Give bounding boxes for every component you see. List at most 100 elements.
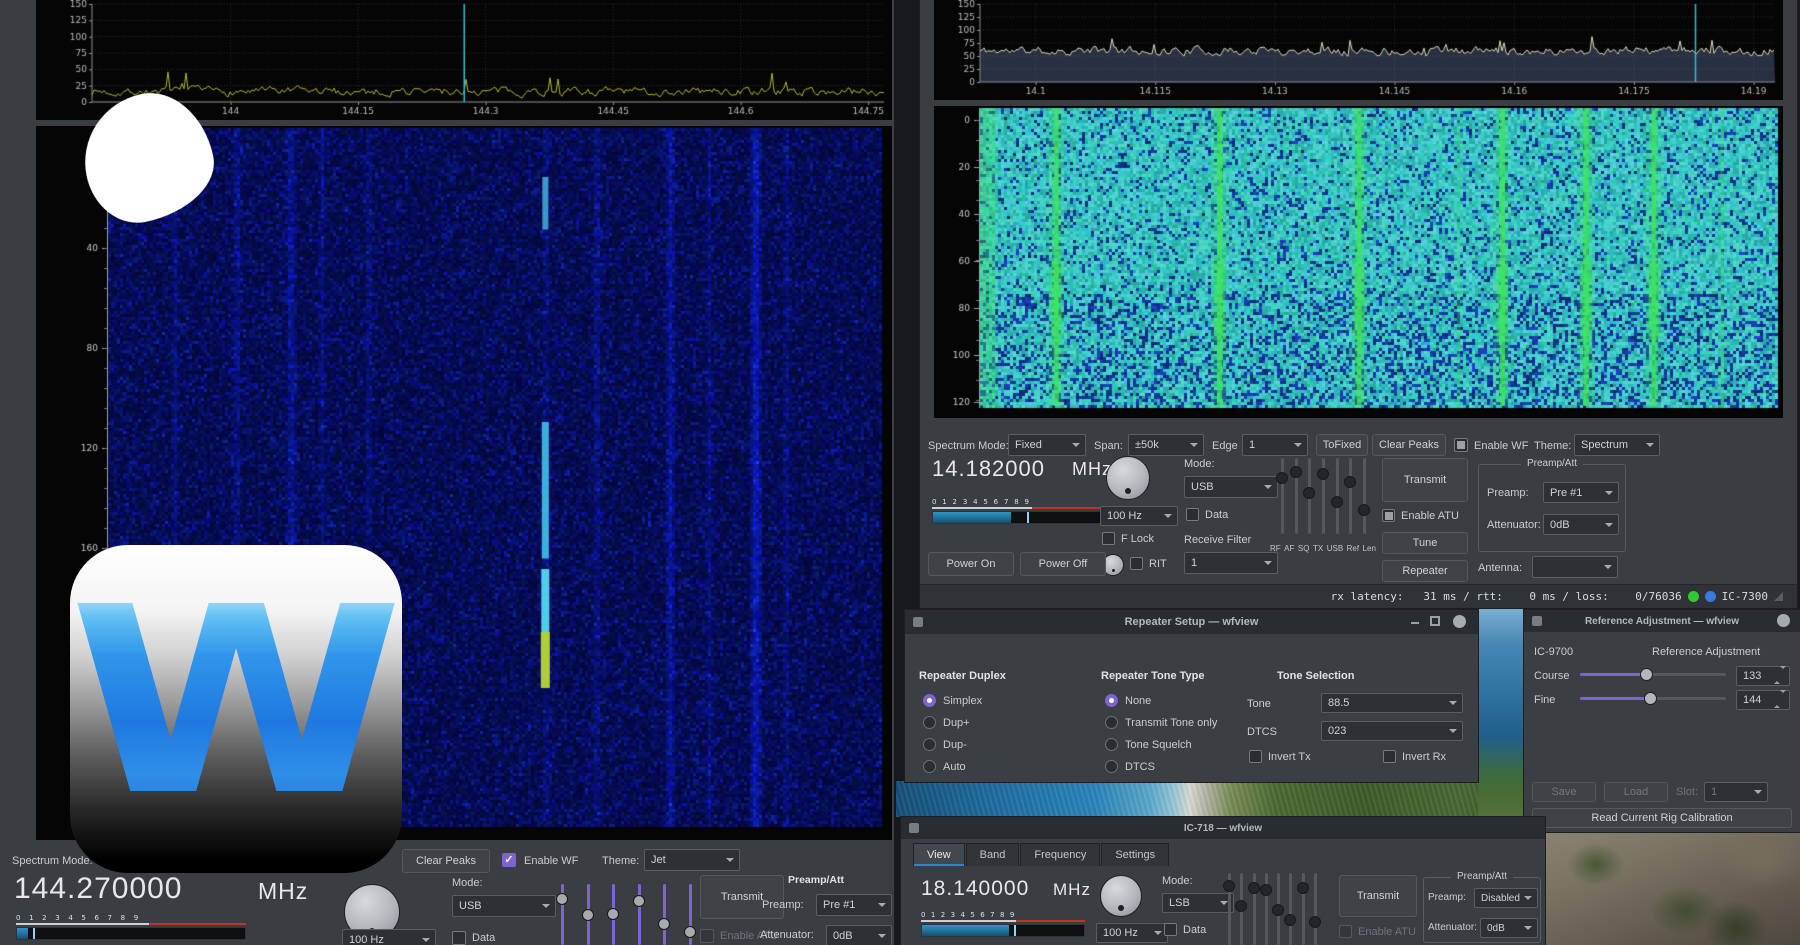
mode-select[interactable]: USB <box>1184 476 1278 498</box>
frequency-display[interactable]: 18.140000 <box>921 877 1029 901</box>
vertical-slider[interactable] <box>1223 873 1235 945</box>
tone-select[interactable]: 88.5 <box>1321 693 1463 713</box>
tuning-knob[interactable] <box>1100 875 1142 917</box>
course-slider[interactable] <box>1580 668 1726 681</box>
dialog-titlebar[interactable]: Reference Adjustment — wfview <box>1524 610 1800 632</box>
theme-select[interactable]: Spectrum <box>1574 434 1660 456</box>
tone-squelch-radio[interactable] <box>1105 738 1118 751</box>
transmit-button[interactable]: Transmit <box>1382 458 1468 502</box>
close-icon[interactable] <box>1453 615 1466 628</box>
load-button[interactable]: Load <box>1604 782 1668 802</box>
tuning-step-select[interactable]: 100 Hz <box>1100 506 1178 526</box>
fine-spinbox[interactable]: 144 <box>1736 690 1790 710</box>
close-icon[interactable] <box>1777 614 1790 627</box>
tone-none-radio[interactable] <box>1105 694 1118 707</box>
spectrum-mode-select[interactable]: Fixed <box>1008 434 1086 456</box>
slot-select[interactable]: 1 <box>1704 782 1768 802</box>
frequency-display[interactable]: 14.182000 <box>932 456 1045 482</box>
course-spinbox[interactable]: 133 <box>1736 666 1790 686</box>
receive-filter-select[interactable]: 1 <box>1184 552 1278 574</box>
vertical-slider[interactable] <box>684 884 696 945</box>
data-checkbox[interactable] <box>1164 923 1177 936</box>
tab-frequency[interactable]: Frequency <box>1020 843 1100 866</box>
dialog-titlebar[interactable]: Repeater Setup — wfview <box>905 610 1478 634</box>
rit-checkbox[interactable] <box>1130 557 1143 570</box>
enable-wf-checkbox[interactable] <box>1454 438 1468 452</box>
preamp-select[interactable]: Pre #1 <box>816 894 892 916</box>
invert-tx-checkbox[interactable] <box>1249 750 1262 763</box>
vertical-slider[interactable] <box>1290 458 1302 534</box>
transmit-button[interactable]: Transmit <box>700 875 784 919</box>
data-checkbox[interactable] <box>1186 508 1199 521</box>
vertical-slider[interactable] <box>1303 458 1315 534</box>
clear-peaks-button[interactable]: Clear Peaks <box>1372 434 1446 456</box>
maximize-icon[interactable] <box>1428 615 1442 629</box>
data-checkbox[interactable] <box>452 931 466 945</box>
tone-dtcs-radio[interactable] <box>1105 760 1118 773</box>
tab-settings[interactable]: Settings <box>1101 843 1169 866</box>
vertical-slider[interactable] <box>1248 873 1260 945</box>
tab-view[interactable]: View <box>913 843 965 866</box>
preamp-select[interactable]: Pre #1 <box>1543 482 1619 503</box>
duplex-auto-radio[interactable] <box>923 760 936 773</box>
vertical-slider[interactable] <box>1276 458 1288 534</box>
repeater-button[interactable]: Repeater <box>1382 560 1468 582</box>
vertical-slider[interactable] <box>1260 873 1272 945</box>
dtcs-select[interactable]: 023 <box>1321 721 1463 741</box>
vertical-slider[interactable] <box>658 884 670 945</box>
tofixed-button[interactable]: ToFixed <box>1316 434 1368 456</box>
audio-sliders[interactable] <box>556 884 696 945</box>
tune-button[interactable]: Tune <box>1382 532 1468 554</box>
enable-atu-checkbox[interactable] <box>1339 925 1352 938</box>
invert-rx-checkbox[interactable] <box>1383 750 1396 763</box>
theme-select[interactable]: Jet <box>644 849 740 871</box>
antenna-select[interactable] <box>1532 556 1618 578</box>
preamp-select[interactable]: Disabled <box>1474 888 1538 908</box>
level-sliders[interactable] <box>1223 873 1321 945</box>
vertical-slider[interactable] <box>1284 873 1296 945</box>
tuning-knob[interactable] <box>1106 456 1150 500</box>
right-waterfall-plot[interactable] <box>934 106 1783 418</box>
f-lock-checkbox[interactable] <box>1102 532 1115 545</box>
resize-grip[interactable] <box>1774 592 1783 601</box>
vertical-slider[interactable] <box>1344 458 1356 534</box>
power-off-button[interactable]: Power Off <box>1020 552 1106 576</box>
right-spectrum-plot[interactable] <box>934 0 1783 100</box>
vertical-slider[interactable] <box>607 884 619 945</box>
tuning-step-select[interactable]: 100 Hz <box>1096 923 1168 943</box>
vertical-slider[interactable] <box>1272 873 1284 945</box>
vertical-slider[interactable] <box>1358 458 1370 534</box>
clear-peaks-button[interactable]: Clear Peaks <box>402 849 490 873</box>
tuning-step-select[interactable]: 100 Hz <box>342 929 436 945</box>
tone-transmit-only-radio[interactable] <box>1105 716 1118 729</box>
span-select[interactable]: ±50k <box>1128 434 1204 456</box>
edge-select[interactable]: 1 <box>1242 434 1308 456</box>
vertical-slider[interactable] <box>1309 873 1321 945</box>
duplex-dup-minus-radio[interactable] <box>923 738 936 751</box>
vertical-slider[interactable] <box>1317 458 1329 534</box>
enable-wf-checkbox[interactable] <box>502 853 516 867</box>
fine-slider[interactable] <box>1580 692 1726 705</box>
attenuator-select[interactable]: 0dB <box>1543 514 1619 535</box>
duplex-dup-plus-radio[interactable] <box>923 716 936 729</box>
level-sliders[interactable] <box>1276 458 1370 534</box>
vertical-slider[interactable] <box>633 884 645 945</box>
duplex-simplex-radio[interactable] <box>923 694 936 707</box>
vertical-slider[interactable] <box>582 884 594 945</box>
vertical-slider[interactable] <box>556 884 568 945</box>
frequency-display[interactable]: 144.270000 <box>14 872 183 906</box>
enable-atu-checkbox[interactable] <box>700 929 714 943</box>
power-on-button[interactable]: Power On <box>928 552 1014 576</box>
mode-select[interactable]: USB <box>452 895 556 917</box>
window-titlebar[interactable]: IC-718 — wfview <box>901 817 1545 839</box>
vertical-slider[interactable] <box>1331 458 1343 534</box>
vertical-slider[interactable] <box>1297 873 1309 945</box>
save-button[interactable]: Save <box>1532 782 1596 802</box>
vertical-slider[interactable] <box>1235 873 1247 945</box>
enable-atu-checkbox[interactable] <box>1382 509 1395 522</box>
transmit-button[interactable]: Transmit <box>1339 875 1417 917</box>
attenuator-select[interactable]: 0dB <box>1480 918 1538 938</box>
read-calibration-button[interactable]: Read Current Rig Calibration <box>1532 808 1792 828</box>
minimize-icon[interactable] <box>1408 615 1422 629</box>
attenuator-select[interactable]: 0dB <box>826 925 892 945</box>
